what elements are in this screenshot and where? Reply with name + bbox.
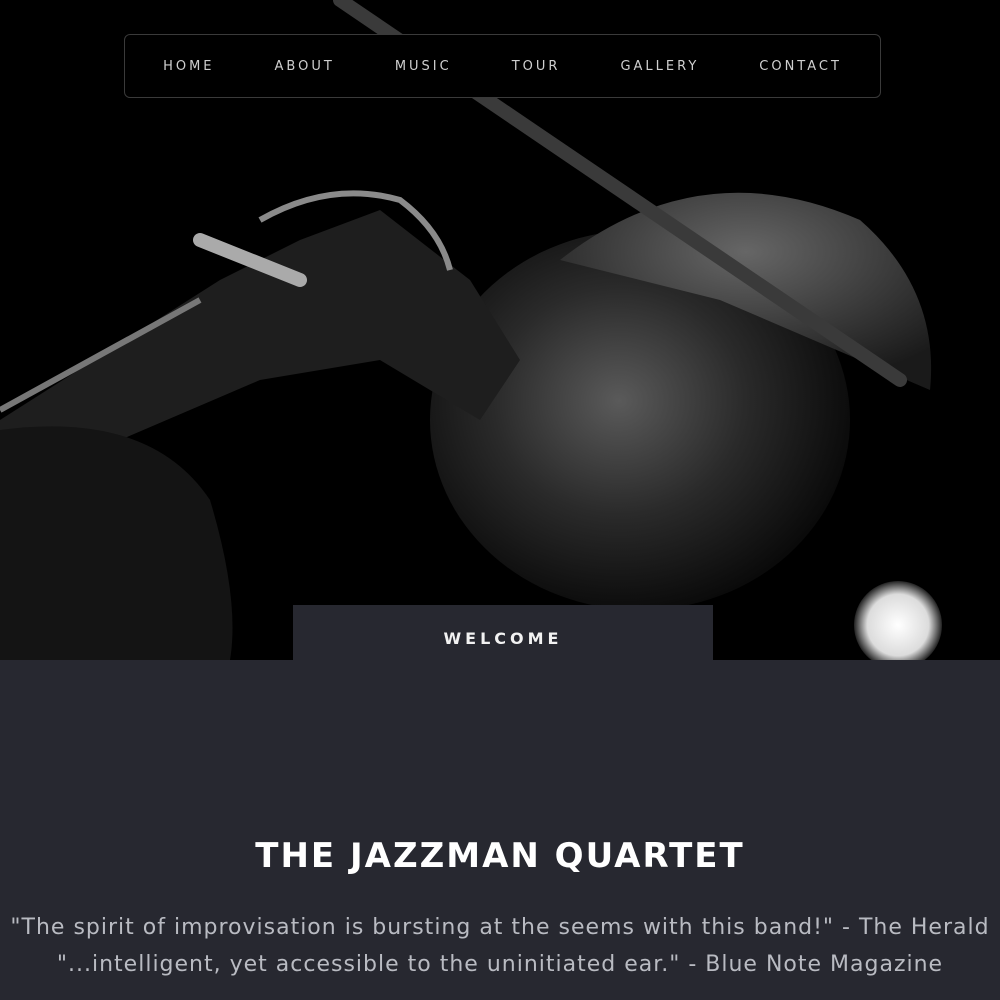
- nav-gallery[interactable]: GALLERY: [590, 59, 729, 74]
- nav-contact[interactable]: CONTACT: [729, 59, 872, 74]
- saxophone-player-photo: [0, 0, 1000, 660]
- band-title: THE JAZZMAN QUARTET: [255, 836, 745, 876]
- nav-tour[interactable]: TOUR: [482, 59, 591, 74]
- press-quote-blue-note: "...intelligent, yet accessible to the u…: [56, 952, 944, 977]
- welcome-tab: WELCOME: [293, 605, 713, 677]
- nav-home[interactable]: HOME: [133, 59, 244, 74]
- nav-music[interactable]: MUSIC: [365, 59, 482, 74]
- hero-section: HOME ABOUT MUSIC TOUR GALLERY CONTACT: [0, 0, 1000, 660]
- nav-about[interactable]: ABOUT: [245, 59, 365, 74]
- intro-section: [0, 660, 1000, 1000]
- main-nav: HOME ABOUT MUSIC TOUR GALLERY CONTACT: [124, 34, 881, 98]
- welcome-label: WELCOME: [443, 629, 563, 648]
- press-quote-herald: "The spirit of improvisation is bursting…: [10, 915, 990, 940]
